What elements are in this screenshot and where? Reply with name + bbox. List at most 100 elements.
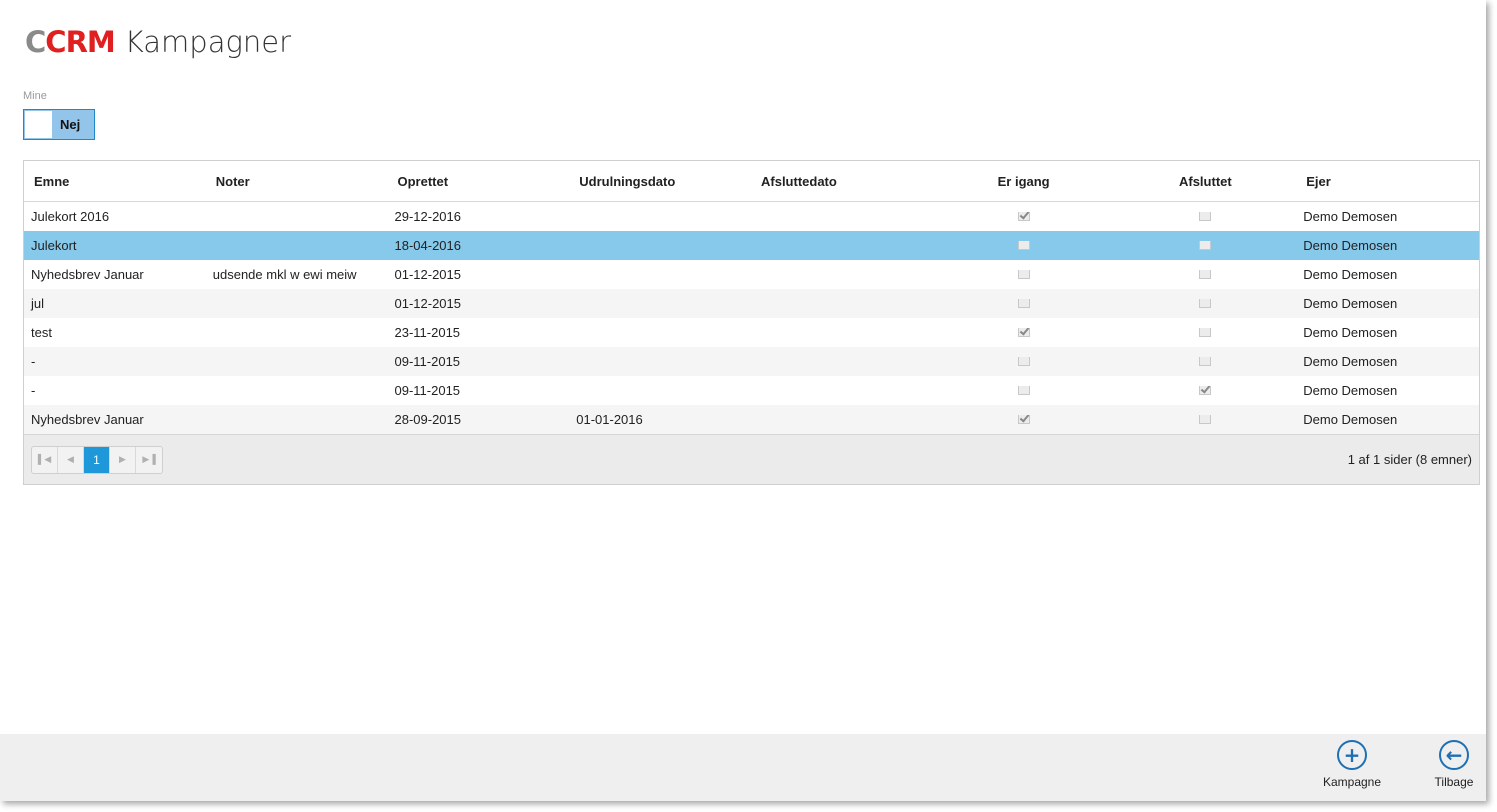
app-window: CCRM Kampagner Mine Nej Emne Noter Opret… <box>0 0 1486 801</box>
er-igang-checkbox <box>1017 299 1030 308</box>
cell-emne: Nyhedsbrev Januar <box>31 412 144 427</box>
pager-info: 1 af 1 sider (8 emner) <box>1347 452 1472 467</box>
back-label: Tilbage <box>1434 775 1474 789</box>
column-header-emne[interactable]: Emne <box>24 174 206 189</box>
cell-afsluttet <box>1115 415 1297 424</box>
afsluttet-checkbox <box>1199 241 1212 250</box>
arrow-left-circle-icon: ← <box>1439 740 1469 770</box>
afsluttet-checkbox <box>1199 415 1212 424</box>
ccrm-logo: CCRM <box>25 24 116 59</box>
cell-emne: Nyhedsbrev Januar <box>31 267 144 282</box>
cell-ejer: Demo Demosen <box>1303 296 1398 311</box>
er-igang-checkbox <box>1017 328 1030 337</box>
cell-emne: Julekort 2016 <box>31 209 110 224</box>
cell-oprettet: 09-11-2015 <box>394 354 461 369</box>
cell-afsluttet <box>1115 328 1297 337</box>
cell-afsluttet <box>1115 270 1297 279</box>
cell-emne: Julekort <box>31 238 77 253</box>
cell-oprettet: 23-11-2015 <box>394 325 461 340</box>
table-row[interactable]: Nyhedsbrev Januar 28-09-2015 01-01-2016 … <box>24 405 1479 434</box>
cell-afsluttet <box>1115 299 1297 308</box>
cell-afsluttet <box>1115 386 1297 395</box>
cell-er-igang <box>933 270 1115 279</box>
app-bar: + Kampagne ← Tilbage <box>0 734 1486 801</box>
cell-ejer: Demo Demosen <box>1303 267 1398 282</box>
afsluttet-checkbox <box>1199 328 1212 337</box>
page-button-current[interactable]: 1 <box>84 446 110 473</box>
table-row[interactable]: - 09-11-2015 Demo Demosen <box>24 347 1479 376</box>
cell-er-igang <box>933 328 1115 337</box>
table-row[interactable]: jul 01-12-2015 Demo Demosen <box>24 289 1479 318</box>
prev-page-icon[interactable]: ◀ <box>58 446 84 473</box>
er-igang-checkbox <box>1017 415 1030 424</box>
cell-udrulningsdato: 01-01-2016 <box>576 412 643 427</box>
cell-er-igang <box>933 299 1115 308</box>
cell-oprettet: 29-12-2016 <box>394 209 462 224</box>
er-igang-checkbox <box>1017 386 1030 395</box>
first-page-icon[interactable]: ▌◀ <box>32 446 58 473</box>
cell-emne: - <box>31 354 36 369</box>
column-header-afsluttedato[interactable]: Afsluttedato <box>751 174 933 189</box>
column-header-afsluttet[interactable]: Afsluttet <box>1114 174 1296 189</box>
cell-ejer: Demo Demosen <box>1303 383 1398 398</box>
cell-ejer: Demo Demosen <box>1303 209 1398 224</box>
column-header-noter[interactable]: Noter <box>206 174 388 189</box>
column-header-er-igang[interactable]: Er igang <box>933 174 1115 189</box>
column-header-ejer[interactable]: Ejer <box>1296 174 1479 189</box>
add-campaign-label: Kampagne <box>1322 775 1382 789</box>
logo-crm: CRM <box>45 24 115 59</box>
afsluttet-checkbox <box>1199 386 1212 395</box>
cell-ejer: Demo Demosen <box>1303 354 1398 369</box>
er-igang-checkbox <box>1017 357 1030 366</box>
cell-afsluttet <box>1115 212 1297 221</box>
table-row[interactable]: Nyhedsbrev Januar udsende mkl w ewi meiw… <box>24 260 1479 289</box>
cell-er-igang <box>933 212 1115 221</box>
table-row[interactable]: test 23-11-2015 Demo Demosen <box>24 318 1479 347</box>
cell-er-igang <box>933 241 1115 250</box>
cell-oprettet: 01-12-2015 <box>394 267 462 282</box>
cell-er-igang <box>933 386 1115 395</box>
mine-toggle[interactable]: Nej <box>23 109 95 140</box>
grid-body: Julekort 2016 29-12-2016 Demo Demosen Ju… <box>24 202 1479 434</box>
cell-afsluttet <box>1115 357 1297 366</box>
cell-oprettet: 18-04-2016 <box>394 238 462 253</box>
column-header-oprettet[interactable]: Oprettet <box>388 174 570 189</box>
pager-buttons: ▌◀ ◀ 1 ▶ ▶▐ <box>31 445 163 474</box>
cell-emne: jul <box>31 296 45 311</box>
table-row[interactable]: Julekort 2016 29-12-2016 Demo Demosen <box>24 202 1479 231</box>
next-page-icon[interactable]: ▶ <box>110 446 136 473</box>
grid-header: Emne Noter Oprettet Udrulningsdato Afslu… <box>24 161 1479 202</box>
last-page-icon[interactable]: ▶▐ <box>136 447 162 473</box>
er-igang-checkbox <box>1017 270 1030 279</box>
plus-circle-icon: + <box>1337 740 1367 770</box>
table-row[interactable]: - 09-11-2015 Demo Demosen <box>24 376 1479 405</box>
back-button[interactable]: ← Tilbage <box>1418 740 1490 789</box>
cell-oprettet: 28-09-2015 <box>394 412 462 427</box>
afsluttet-checkbox <box>1199 357 1212 366</box>
toggle-value: Nej <box>60 117 81 132</box>
er-igang-checkbox <box>1017 212 1030 221</box>
pager: ▌◀ ◀ 1 ▶ ▶▐ 1 af 1 sider (8 emner) <box>24 434 1479 484</box>
cell-ejer: Demo Demosen <box>1303 325 1398 340</box>
page-title: Kampagner <box>124 24 292 59</box>
add-campaign-button[interactable]: + Kampagne <box>1316 740 1388 789</box>
cell-oprettet: 01-12-2015 <box>394 296 462 311</box>
page-header: CCRM Kampagner <box>25 22 291 62</box>
cell-ejer: Demo Demosen <box>1303 238 1398 253</box>
afsluttet-checkbox <box>1199 212 1212 221</box>
cell-oprettet: 09-11-2015 <box>394 383 461 398</box>
afsluttet-checkbox <box>1199 299 1212 308</box>
column-header-udrulningsdato[interactable]: Udrulningsdato <box>569 174 751 189</box>
cell-noter: udsende mkl w ewi meiw <box>212 267 357 282</box>
cell-ejer: Demo Demosen <box>1303 412 1398 427</box>
er-igang-checkbox <box>1017 241 1030 250</box>
logo-c: C <box>25 24 46 59</box>
toggle-knob <box>25 111 52 138</box>
cell-emne: - <box>31 383 36 398</box>
afsluttet-checkbox <box>1199 270 1212 279</box>
table-row[interactable]: Julekort 18-04-2016 Demo Demosen <box>24 231 1479 260</box>
cell-er-igang <box>933 357 1115 366</box>
mine-label: Mine <box>23 90 47 102</box>
campaign-grid: Emne Noter Oprettet Udrulningsdato Afslu… <box>23 160 1480 485</box>
cell-afsluttet <box>1115 241 1297 250</box>
